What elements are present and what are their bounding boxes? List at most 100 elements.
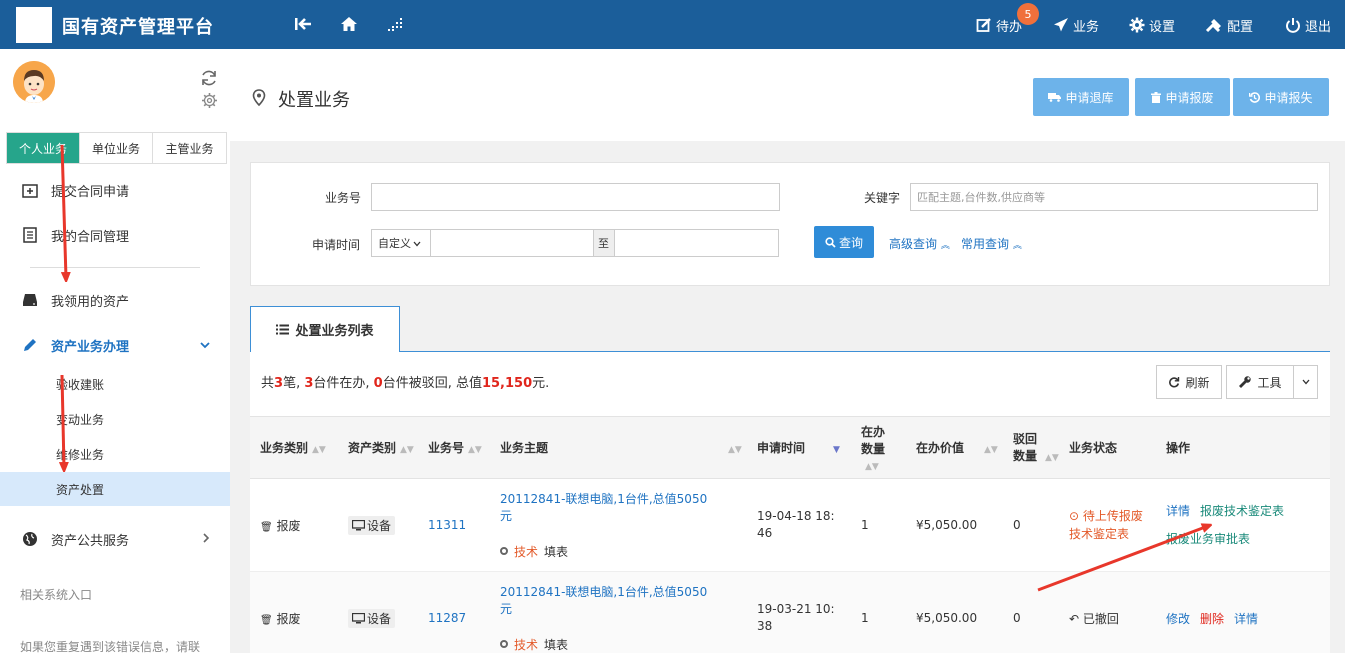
keyword-input[interactable]: 匹配主题,台件数,供应商等	[910, 183, 1318, 211]
apply-time-text: 19-04-18 18:46	[757, 509, 835, 540]
cell-ops: 修改 删除 详情	[1156, 571, 1330, 653]
undo-icon: ↶	[1069, 611, 1080, 626]
home-icon[interactable]	[339, 14, 359, 34]
sidebar-item-public-service[interactable]: 资产公共服务	[0, 519, 230, 559]
logout-menu[interactable]: 退出	[1285, 14, 1331, 36]
divider	[30, 267, 200, 268]
tab-personal[interactable]: 个人业务	[7, 133, 80, 163]
sidebar-subitem-acceptance[interactable]: 验收建账	[0, 367, 230, 401]
tab-unit[interactable]: 单位业务	[80, 133, 153, 163]
tab-supervisor[interactable]: 主管业务	[153, 133, 226, 163]
sidebar-item-my-contracts[interactable]: 我的合同管理	[0, 215, 230, 255]
list-summary: 共3笔, 3台件在办, 0台件被驳回, 总值15,150元.	[261, 372, 549, 391]
gear-icon[interactable]	[201, 92, 218, 112]
category-text: 报废	[276, 611, 301, 626]
subject-link[interactable]: 20112841-联想电脑,1台件,总值5050元	[500, 584, 710, 618]
date-start-input[interactable]	[430, 229, 594, 257]
apply-loss-button[interactable]: 申请报失	[1233, 78, 1329, 116]
trash-icon: 🗑	[260, 521, 273, 533]
col-header[interactable]: 驳回数量 ▲▼	[1003, 416, 1059, 479]
date-mode-value: 自定义	[378, 237, 411, 250]
tools-button[interactable]: 工具	[1226, 365, 1294, 399]
common-search-label: 常用查询	[961, 237, 1010, 251]
status-label: 待上传报废技术鉴定表	[1069, 509, 1143, 541]
col-header-label: 资产类别	[348, 441, 397, 455]
col-header: 业务状态	[1059, 416, 1156, 479]
collapse-sidebar-icon[interactable]	[293, 14, 313, 34]
search-button[interactable]: 查询	[814, 226, 874, 258]
table-header-row: 业务类别 ▲▼ 资产类别 ▲▼ 业务号 ▲▼ 业务主题 ▲▼ 申请时间 ▼ 在办数量▲▼ …	[250, 416, 1330, 479]
sidebar-subitem-disposal[interactable]: 资产处置	[0, 472, 230, 506]
summary-total-value: 15,150	[481, 376, 533, 391]
refresh-icon[interactable]	[200, 69, 218, 90]
col-header[interactable]: 在办数量 ▲▼	[851, 416, 906, 479]
config-menu[interactable]: 配置	[1205, 14, 1253, 36]
refresh-button[interactable]: 刷新	[1156, 365, 1222, 399]
col-header[interactable]: 业务类别 ▲▼	[250, 416, 338, 479]
detail-link[interactable]: 详情	[1166, 504, 1190, 518]
sidebar-subitem-repair[interactable]: 维修业务	[0, 437, 230, 471]
col-header[interactable]: 业务号 ▲▼	[418, 416, 490, 479]
col-header-label: 业务号	[428, 441, 465, 455]
summary-text: 元.	[532, 376, 550, 391]
business-no-input[interactable]	[371, 183, 780, 211]
list-doc-icon	[20, 227, 40, 243]
table-row: 🗑 报废 设备 11287 20112841-联想电脑,1台件,总值5050元 …	[250, 571, 1330, 653]
date-end-input[interactable]	[614, 229, 779, 257]
sort-icon: ▲▼	[728, 445, 742, 455]
detail-link[interactable]: 详情	[1234, 612, 1258, 626]
common-search-link[interactable]: 常用查询 ︽	[961, 235, 1022, 252]
edit-link[interactable]: 修改	[1166, 612, 1190, 626]
sort-icon: ▲▼	[400, 445, 414, 455]
sort-icon: ▲▼	[865, 461, 879, 472]
todo-menu[interactable]: 待办	[976, 14, 1022, 36]
cell-business-no[interactable]: 11311	[418, 478, 490, 572]
apply-date-label: 申请时间	[312, 238, 361, 252]
tools-label: 工具	[1257, 375, 1282, 390]
tools-dropdown-toggle[interactable]	[1293, 365, 1318, 399]
double-chevron-up-icon: ︽	[1012, 241, 1022, 251]
gear-icon	[1129, 17, 1145, 33]
business-no-link[interactable]: 11311	[428, 518, 466, 532]
col-header[interactable]: 申请时间 ▼	[747, 416, 851, 479]
cell-business-no[interactable]: 11287	[418, 571, 490, 653]
sidebar-item-asset-business[interactable]: 资产业务办理	[0, 325, 230, 365]
summary-rejected: 0	[373, 376, 383, 391]
advanced-search-link[interactable]: 高级查询 ︽	[889, 235, 950, 252]
cell-status: ⊙ 待上传报废技术鉴定表	[1059, 478, 1156, 572]
scrap-approval-link[interactable]: 报废业务审批表	[1166, 532, 1250, 546]
list-tab-label: 处置业务列表	[295, 324, 374, 339]
sidebar-item-submit-contract[interactable]: 提交合同申请	[0, 170, 230, 210]
apply-scrap-button[interactable]: 申请报废	[1135, 78, 1230, 116]
subject-meta: 技术 填表	[500, 636, 747, 653]
cell-subject: 20112841-联想电脑,1台件,总值5050元 技术 填表	[490, 478, 747, 572]
disposal-table: 业务类别 ▲▼ 资产类别 ▲▼ 业务号 ▲▼ 业务主题 ▲▼ 申请时间 ▼ 在办数量▲▼ …	[250, 416, 1330, 653]
date-mode-select[interactable]: 自定义	[371, 229, 431, 257]
sort-icon: ▲▼	[468, 445, 482, 455]
tab-disposal-list[interactable]: 处置业务列表	[250, 306, 400, 352]
delete-link[interactable]: 删除	[1200, 612, 1224, 626]
settings-menu[interactable]: 设置	[1129, 14, 1175, 36]
action-text: 填表	[544, 544, 569, 559]
apps-grid-icon[interactable]	[386, 14, 406, 34]
col-header[interactable]: 在办价值 ▲▼	[906, 416, 1003, 479]
subject-link[interactable]: 20112841-联想电脑,1台件,总值5050元	[500, 491, 710, 525]
cell-status: ↶ 已撤回	[1059, 571, 1156, 653]
sidebar-subitem-change[interactable]: 变动业务	[0, 402, 230, 436]
truck-icon	[1048, 93, 1062, 102]
refresh-label: 刷新	[1185, 375, 1210, 390]
cell-apply-time: 19-04-18 18:46	[747, 478, 851, 572]
apply-return-button[interactable]: 申请退库	[1033, 78, 1129, 116]
sidebar-item-my-assets[interactable]: 我领用的资产	[0, 280, 230, 320]
avatar[interactable]	[13, 61, 55, 103]
business-menu[interactable]: 业务	[1053, 14, 1099, 36]
sidebar: 个人业务 单位业务 主管业务 提交合同申请 我的合同管理 我领用的资产 资产业务…	[0, 49, 230, 653]
business-no-link[interactable]: 11287	[428, 611, 466, 625]
cell-rejected: 0	[1003, 478, 1059, 572]
col-header[interactable]: 业务主题 ▲▼	[490, 416, 747, 479]
top-navbar: 国有资产管理平台 待办 5 业务 设置 配置 退出	[0, 0, 1345, 49]
col-header[interactable]: 资产类别 ▲▼	[338, 416, 418, 479]
scrap-appraisal-link[interactable]: 报废技术鉴定表	[1200, 504, 1284, 518]
col-header-label: 业务状态	[1069, 441, 1118, 455]
col-header-label: 在办价值	[916, 441, 965, 455]
